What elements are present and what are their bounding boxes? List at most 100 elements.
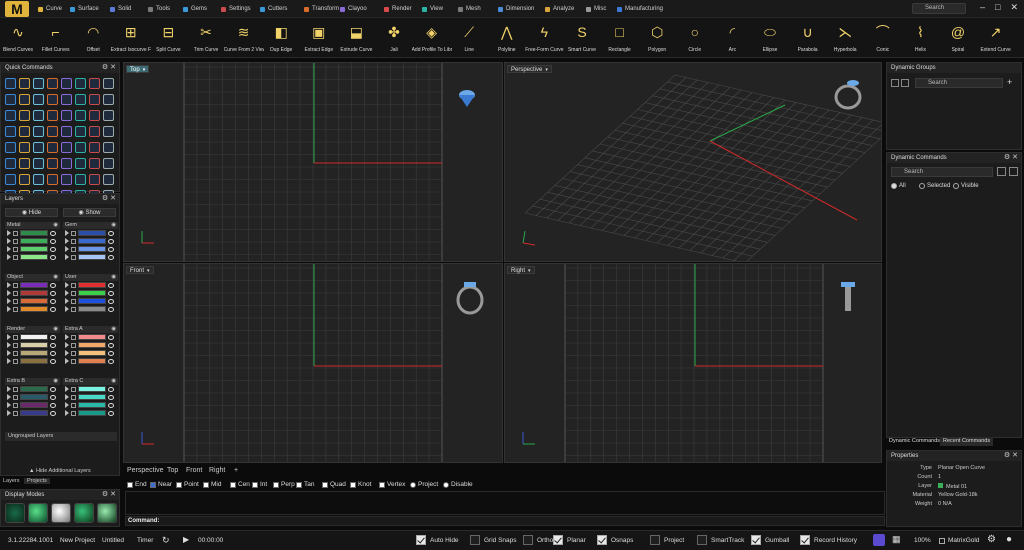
- quick-command-icon[interactable]: [103, 142, 114, 153]
- ellipse-button[interactable]: ⬭ Ellipse: [750, 18, 790, 58]
- eye-icon[interactable]: [108, 246, 114, 252]
- radio[interactable]: [891, 183, 897, 189]
- radio[interactable]: [443, 481, 449, 488]
- parabola-button[interactable]: ∪ Parabola: [788, 18, 828, 58]
- quick-command-icon[interactable]: [103, 94, 114, 105]
- dynamic-groups-search[interactable]: Search: [915, 78, 1003, 88]
- layer-color-swatch[interactable]: [78, 394, 106, 400]
- layer-color-swatch[interactable]: [78, 298, 106, 304]
- checkbox[interactable]: [416, 535, 426, 545]
- quick-command-icon[interactable]: [33, 78, 44, 89]
- layer-color-swatch[interactable]: [78, 342, 106, 348]
- quick-command-icon[interactable]: [103, 174, 114, 185]
- layer-color-swatch[interactable]: [20, 394, 48, 400]
- global-search-input[interactable]: Search: [912, 3, 966, 14]
- quick-command-icon[interactable]: [47, 158, 58, 169]
- maximize-icon[interactable]: □: [995, 2, 1000, 16]
- layer-color-swatch[interactable]: [20, 298, 48, 304]
- filter-visible[interactable]: Visible: [953, 183, 979, 189]
- tab-curve[interactable]: Curve: [38, 4, 62, 14]
- quick-command-icon[interactable]: [89, 142, 100, 153]
- eye-icon[interactable]: [50, 254, 56, 260]
- snap-perp[interactable]: Perp: [273, 481, 295, 488]
- toggle-auto-hide[interactable]: Auto Hide: [416, 535, 459, 545]
- toggle-project[interactable]: Project: [650, 535, 684, 545]
- quick-command-icon[interactable]: [75, 126, 86, 137]
- eye-icon[interactable]: [108, 394, 114, 400]
- layer-group-header[interactable]: Extra C ◉: [63, 378, 118, 385]
- layer-row[interactable]: [5, 229, 60, 237]
- filter-all[interactable]: All: [891, 183, 906, 189]
- quick-command-icon[interactable]: [89, 174, 100, 185]
- viewport-top[interactable]: Top ▾: [123, 62, 503, 262]
- layer-row[interactable]: [63, 409, 118, 417]
- eye-icon[interactable]: ◉: [53, 378, 58, 385]
- layer-row[interactable]: [63, 393, 118, 401]
- tab-dynamic-commands[interactable]: Dynamic Commands: [886, 437, 943, 446]
- checkbox[interactable]: [273, 481, 279, 488]
- toggle-osnaps[interactable]: Osnaps: [597, 535, 633, 545]
- layer-row[interactable]: [63, 349, 118, 357]
- layer-row[interactable]: [5, 349, 60, 357]
- checkbox[interactable]: [322, 481, 328, 488]
- quick-command-icon[interactable]: [19, 126, 30, 137]
- wireframe-mode-icon[interactable]: [5, 503, 25, 523]
- quick-command-icon[interactable]: [61, 78, 72, 89]
- line-button[interactable]: ⟋ Line: [449, 18, 489, 58]
- layer-color-swatch[interactable]: [78, 230, 106, 236]
- checkbox[interactable]: [176, 481, 182, 488]
- layer-row[interactable]: [5, 245, 60, 253]
- dup-edge-button[interactable]: ◧ Dup Edge: [261, 18, 301, 58]
- layer-row[interactable]: [5, 333, 60, 341]
- checkbox[interactable]: [751, 535, 761, 545]
- panel-controls[interactable]: ⚙ ✕: [102, 194, 116, 204]
- quick-command-icon[interactable]: [61, 158, 72, 169]
- tab-misc[interactable]: Misc: [586, 4, 606, 14]
- layer-row[interactable]: [63, 245, 118, 253]
- helix-button[interactable]: ⌇ Helix: [900, 18, 940, 58]
- quick-command-icon[interactable]: [103, 158, 114, 169]
- curve-from-2-views-button[interactable]: ≋ Curve From 2 Views: [224, 18, 264, 58]
- tab-transform[interactable]: Transform: [304, 4, 339, 14]
- layer-color-swatch[interactable]: [78, 350, 106, 356]
- quick-command-icon[interactable]: [5, 126, 16, 137]
- layer-color-swatch[interactable]: [20, 254, 48, 260]
- quick-command-icon[interactable]: [5, 174, 16, 185]
- quick-command-icon[interactable]: [19, 94, 30, 105]
- quick-command-icon[interactable]: [47, 78, 58, 89]
- layer-group-header[interactable]: Render ◉: [5, 326, 60, 333]
- eye-icon[interactable]: ◉: [111, 326, 116, 333]
- eye-icon[interactable]: ◉: [53, 222, 58, 229]
- snap-vertex[interactable]: Vertex: [379, 481, 405, 488]
- quick-command-icon[interactable]: [61, 174, 72, 185]
- extract-edge-button[interactable]: ▣ Extract Edge: [299, 18, 339, 58]
- checkbox[interactable]: [252, 481, 258, 488]
- hide-layers-button[interactable]: ◉ Hide: [5, 208, 58, 217]
- shaded-mode-icon[interactable]: [28, 503, 48, 523]
- layer-color-swatch[interactable]: [20, 386, 48, 392]
- viewport-title-top[interactable]: Top ▾: [126, 65, 150, 73]
- smart-curve-button[interactable]: S Smart Curve: [562, 18, 602, 58]
- eye-icon[interactable]: [50, 394, 56, 400]
- quick-command-icon[interactable]: [33, 110, 44, 121]
- tab-cutters[interactable]: Cutters: [260, 4, 287, 14]
- quick-command-icon[interactable]: [5, 94, 16, 105]
- add-group-button[interactable]: +: [1007, 77, 1012, 87]
- xray-mode-icon[interactable]: [97, 503, 117, 523]
- quick-command-icon[interactable]: [5, 78, 16, 89]
- settings-gear-icon[interactable]: ⚙: [987, 534, 996, 545]
- layer-color-swatch[interactable]: [20, 282, 48, 288]
- viewport-title-perspective[interactable]: Perspective ▾: [507, 65, 552, 73]
- tab-tools[interactable]: Tools: [148, 4, 170, 14]
- spiral-button[interactable]: @ Spiral: [938, 18, 978, 58]
- eye-icon[interactable]: [50, 246, 56, 252]
- eye-icon[interactable]: [50, 334, 56, 340]
- tab-projects[interactable]: Projects: [24, 478, 50, 484]
- layer-row[interactable]: [5, 305, 60, 313]
- viewport-perspective[interactable]: Perspective ▾: [504, 62, 882, 262]
- layer-row[interactable]: [5, 393, 60, 401]
- layer-group-header[interactable]: User ◉: [63, 274, 118, 281]
- quick-command-icon[interactable]: [89, 94, 100, 105]
- layer-row[interactable]: [5, 341, 60, 349]
- layer-color-swatch[interactable]: [78, 334, 106, 340]
